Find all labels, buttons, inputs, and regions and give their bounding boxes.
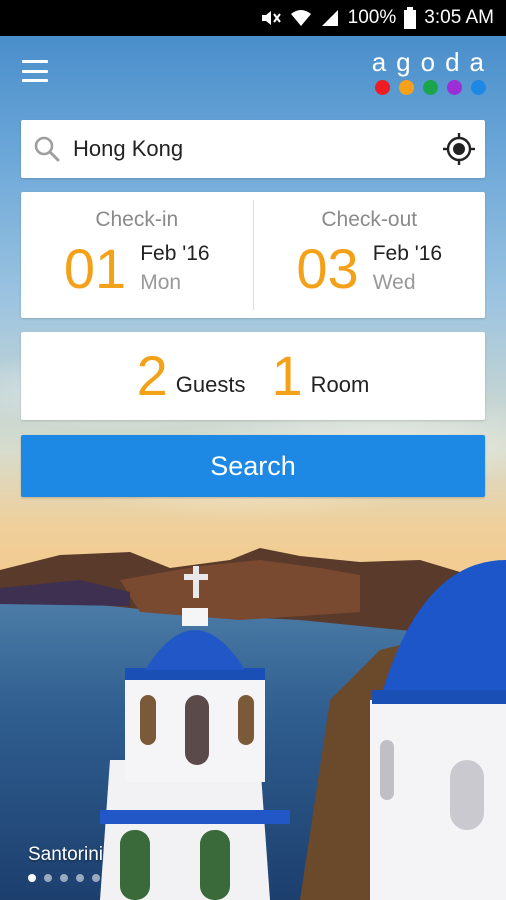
destination-search-box[interactable]: [21, 120, 485, 178]
logo-dot: [447, 80, 462, 95]
checkin-label: Check-in: [95, 208, 179, 231]
guests-count: 2: [136, 344, 168, 407]
agoda-logo: agoda: [372, 48, 486, 95]
battery-percent: 100%: [347, 7, 397, 28]
wifi-icon: [290, 8, 312, 28]
menu-line: [22, 79, 48, 82]
occupancy-selector[interactable]: 2 Guests 1 Room: [21, 332, 485, 420]
status-bar: 100% 3:05 AM: [0, 0, 506, 36]
guests-label: Guests: [175, 372, 246, 397]
logo-dot: [423, 80, 438, 95]
pager-dot[interactable]: [76, 874, 84, 882]
signal-icon: [320, 8, 340, 28]
logo-dots: [372, 80, 486, 95]
checkout-label: Check-out: [321, 208, 418, 231]
pager-dot[interactable]: [92, 874, 100, 882]
rooms-count: 1: [271, 344, 303, 407]
logo-dot: [375, 80, 390, 95]
pager-dot[interactable]: [60, 874, 68, 882]
checkout-selector[interactable]: Check-out 03 Feb '16 Wed: [254, 192, 486, 318]
logo-dot: [471, 80, 486, 95]
rooms-label: Room: [310, 372, 370, 397]
my-location-icon[interactable]: [441, 131, 477, 167]
logo-text: agoda: [371, 47, 494, 77]
search-button[interactable]: Search: [21, 435, 485, 497]
checkin-day: 01: [63, 237, 127, 300]
pager-dot[interactable]: [44, 874, 52, 882]
pager-dot[interactable]: [28, 874, 36, 882]
checkin-weekday: Mon: [140, 271, 182, 294]
checkout-month: Feb '16: [372, 242, 443, 265]
destination-input[interactable]: [73, 136, 441, 162]
dates-card: Check-in 01 Feb '16 Mon Check-out 03 Feb…: [21, 192, 485, 318]
checkout-day: 03: [296, 237, 359, 300]
mute-icon: [260, 8, 282, 28]
carousel-pager: [28, 874, 100, 882]
checkin-selector[interactable]: Check-in 01 Feb '16 Mon: [21, 192, 253, 318]
menu-icon[interactable]: [22, 60, 48, 82]
search-icon: [34, 136, 60, 162]
checkin-month: Feb '16: [140, 242, 210, 265]
clock: 3:05 AM: [424, 7, 494, 28]
checkout-weekday: Wed: [372, 271, 416, 294]
destination-photo-caption: Santorini: [28, 844, 103, 865]
battery-icon: [404, 7, 417, 29]
menu-line: [22, 69, 48, 73]
menu-line: [22, 60, 48, 63]
logo-dot: [399, 80, 414, 95]
